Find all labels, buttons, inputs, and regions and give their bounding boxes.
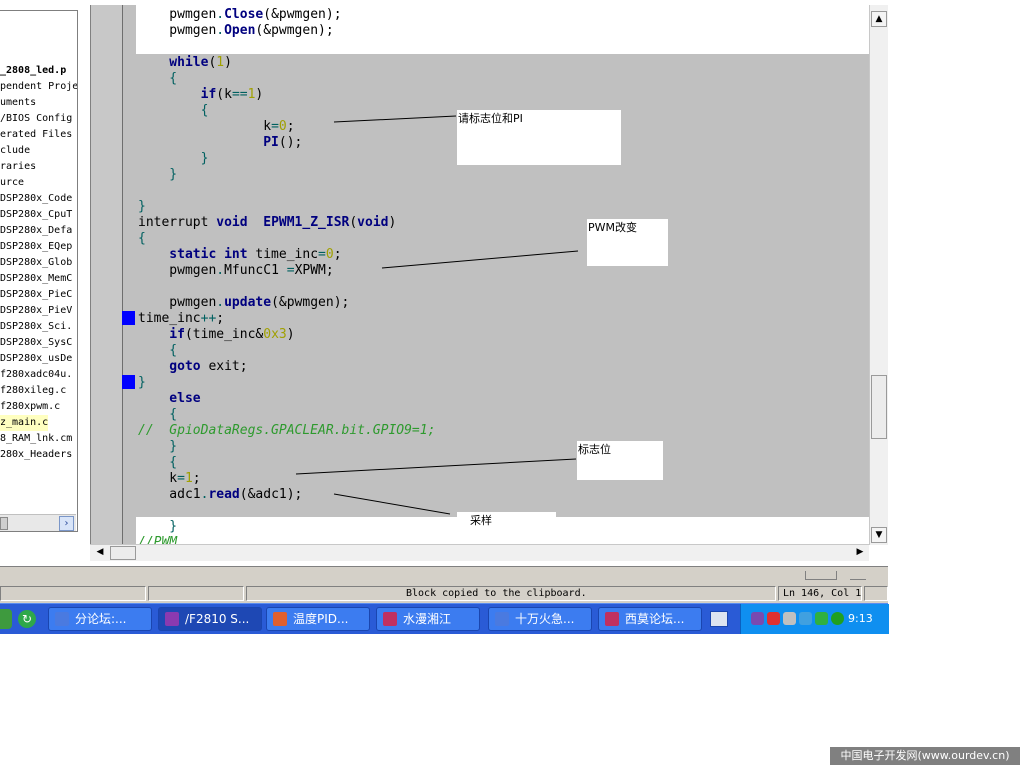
- editor-horizontal-scrollbar[interactable]: ◀ ▶: [90, 544, 869, 561]
- status-cell-empty: [864, 586, 888, 601]
- window-icon: [605, 612, 619, 626]
- window-icon: [273, 612, 287, 626]
- taskbar-button[interactable]: 温度PID...: [266, 607, 370, 631]
- keyboard-icon[interactable]: [710, 611, 728, 627]
- taskbar-button[interactable]: 十万火急...: [488, 607, 592, 631]
- window-icon: [55, 612, 69, 626]
- qq-tray-icon[interactable]: [767, 612, 780, 625]
- taskbar-button-label: 水漫湘江: [403, 612, 452, 626]
- app-tray-icon[interactable]: [751, 612, 764, 625]
- update-tray-icon[interactable]: [831, 612, 844, 625]
- vertical-scroll-thumb[interactable]: [871, 375, 887, 439]
- taskbar-button-label: 分论坛:...: [75, 612, 127, 626]
- status-message: Block copied to the clipboard.: [246, 586, 776, 601]
- window-icon: [165, 612, 179, 626]
- editor-vertical-scrollbar[interactable]: ▲ ▼: [869, 5, 888, 545]
- scroll-right-icon[interactable]: ▶: [852, 545, 868, 561]
- annotation-pwm-change: PWM改变: [587, 219, 668, 266]
- status-toggle-icon[interactable]: [850, 571, 866, 580]
- annotation-flag-pi: 请标志位和PI: [457, 110, 621, 165]
- window-icon: [495, 612, 509, 626]
- taskbar-button[interactable]: /F2810 S...: [158, 607, 262, 631]
- annotation-flag: 标志位: [577, 441, 663, 480]
- taskbar-button-label: 温度PID...: [293, 612, 349, 626]
- taskbar-button-label: 十万火急...: [515, 612, 575, 626]
- horizontal-scroll-thumb[interactable]: [110, 546, 136, 560]
- security-tray-icon[interactable]: [815, 612, 828, 625]
- network-tray-icon[interactable]: [783, 612, 796, 625]
- status-cell-empty: [0, 586, 146, 601]
- status-cell-empty: [148, 586, 244, 601]
- status-grip-icon: [805, 571, 837, 580]
- scroll-left-icon[interactable]: ◀: [92, 545, 108, 561]
- system-tray: 9:13: [740, 604, 889, 634]
- taskbar-button-label: /F2810 S...: [185, 612, 250, 626]
- scroll-up-icon[interactable]: ▲: [871, 11, 887, 27]
- cursor-position: Ln 146, Col 1: [778, 586, 862, 601]
- sound-tray-icon[interactable]: [799, 612, 812, 625]
- watermark: 中国电子开发网(www.ourdev.cn): [830, 747, 1020, 765]
- scroll-down-icon[interactable]: ▼: [871, 527, 887, 543]
- taskbar-button[interactable]: 分论坛:...: [48, 607, 152, 631]
- windows-taskbar: ↻ 分论坛:... /F2810 S... 温度PID... 水漫湘江 十万火急... 西…: [0, 603, 889, 634]
- taskbar-button-label: 西莫论坛...: [625, 612, 685, 626]
- taskbar-button[interactable]: 水漫湘江: [376, 607, 480, 631]
- window-icon: [383, 612, 397, 626]
- annotation-leader-lines: [295, 115, 579, 515]
- clock: 9:13: [848, 612, 873, 625]
- refresh-icon[interactable]: ↻: [18, 610, 36, 628]
- annotation-sample: 采样: [457, 512, 556, 540]
- status-bar: Block copied to the clipboard. Ln 146, C…: [0, 566, 888, 603]
- start-button[interactable]: [0, 609, 12, 629]
- taskbar-button[interactable]: 西莫论坛...: [598, 607, 702, 631]
